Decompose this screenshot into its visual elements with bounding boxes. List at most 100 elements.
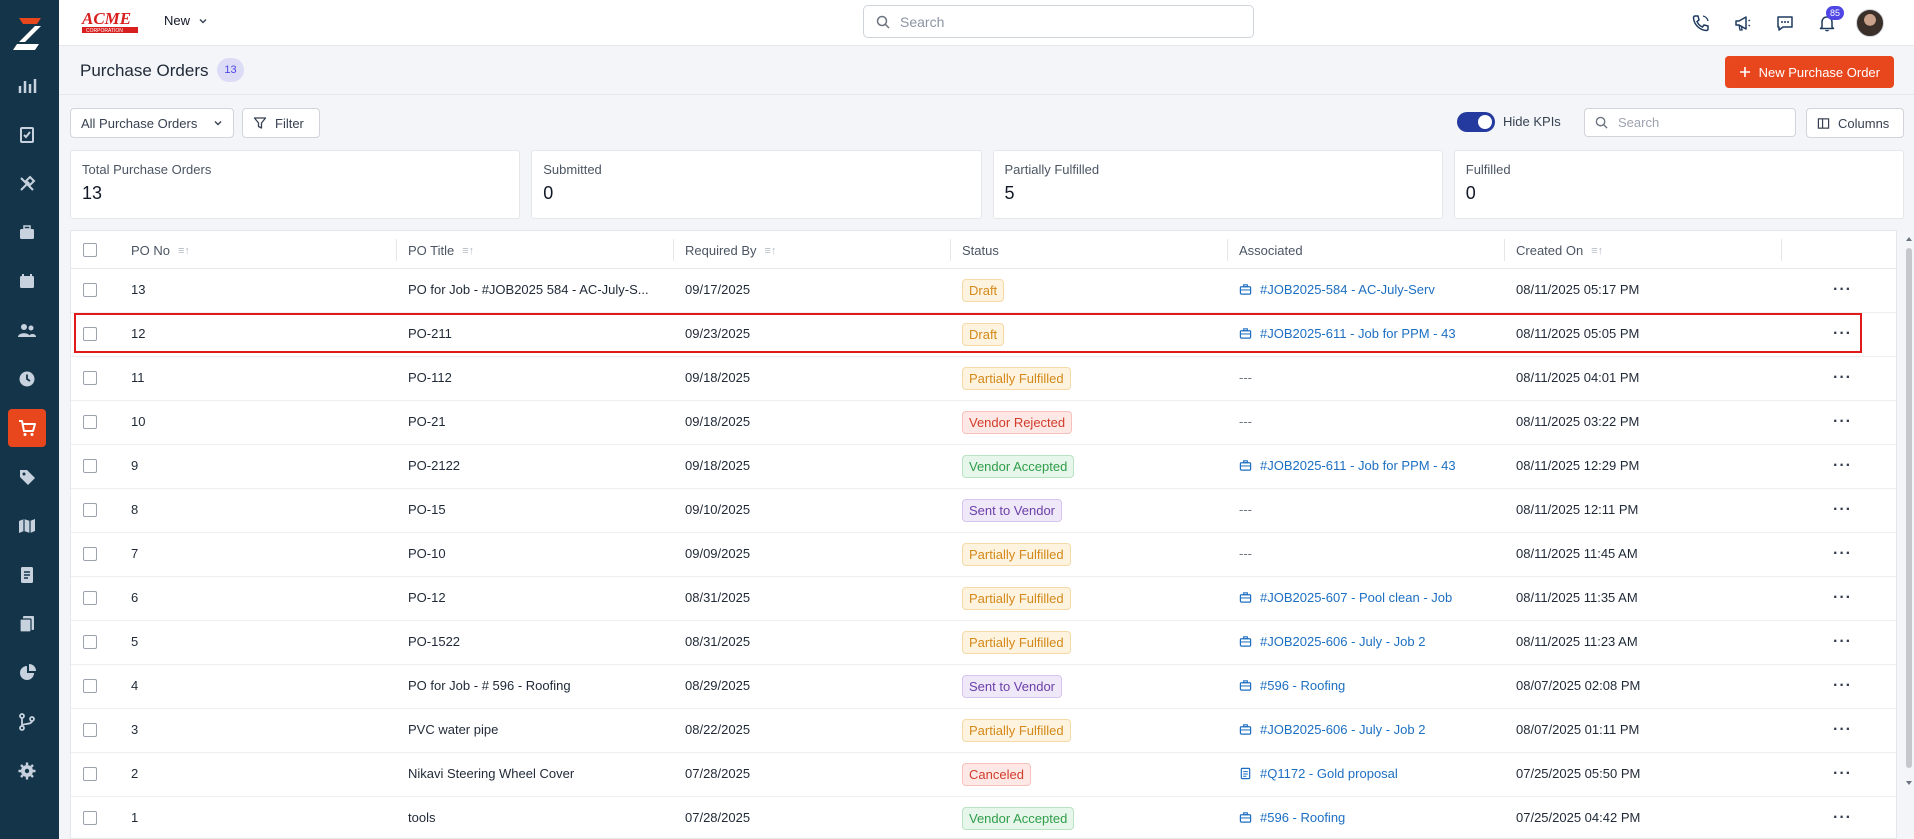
app-logo-icon[interactable] — [11, 14, 47, 50]
row-checkbox[interactable] — [83, 811, 97, 825]
sidebar-item-dashboard[interactable] — [8, 67, 46, 105]
sidebar-item-pie-chart[interactable] — [8, 654, 46, 692]
table-row[interactable]: 11 PO-112 09/18/2025 Partially Fulfilled ---… — [71, 357, 1896, 401]
row-checkbox[interactable] — [83, 459, 97, 473]
filter-button[interactable]: Filter — [242, 108, 320, 138]
column-header-associated[interactable]: Associated — [1239, 243, 1303, 258]
row-actions-icon[interactable]: ··· — [1833, 545, 1852, 563]
sidebar-item-invoice[interactable] — [8, 556, 46, 594]
sidebar-item-users[interactable] — [8, 311, 46, 349]
global-search-input[interactable]: Search — [863, 5, 1254, 38]
sidebar-item-calendar[interactable] — [8, 262, 46, 300]
associated-link[interactable]: #JOB2025-606 - July - Job 2 — [1239, 634, 1464, 649]
po-no-cell[interactable]: 2 — [131, 766, 138, 781]
po-title-cell[interactable]: PO-112 — [408, 370, 666, 385]
table-row[interactable]: 10 PO-21 09/18/2025 Vendor Rejected --- 08/11… — [71, 401, 1896, 445]
sidebar-item-workflow[interactable] — [8, 703, 46, 741]
column-header-po-no[interactable]: PO No ≡↑ — [131, 243, 190, 258]
row-actions-icon[interactable]: ··· — [1833, 501, 1852, 519]
sort-icon[interactable]: ≡↑ — [462, 245, 474, 257]
associated-link[interactable]: #596 - Roofing — [1239, 678, 1464, 693]
po-no-cell[interactable]: 11 — [131, 370, 145, 385]
po-no-cell[interactable]: 8 — [131, 502, 138, 517]
row-actions-icon[interactable]: ··· — [1833, 457, 1852, 475]
sidebar-item-clipboard[interactable] — [8, 115, 46, 153]
chat-icon[interactable] — [1772, 10, 1798, 36]
po-title-cell[interactable]: PO for Job - # 596 - Roofing — [408, 678, 666, 693]
row-checkbox[interactable] — [83, 503, 97, 517]
select-all-checkbox[interactable] — [83, 243, 97, 257]
sidebar-item-briefcase[interactable] — [8, 213, 46, 251]
row-actions-icon[interactable]: ··· — [1833, 677, 1852, 695]
table-row[interactable]: 7 PO-10 09/09/2025 Partially Fulfilled --- 08… — [71, 533, 1896, 577]
table-row[interactable]: 5 PO-1522 08/31/2025 Partially Fulfilled #JO… — [71, 621, 1896, 665]
associated-link[interactable]: #JOB2025-607 - Pool clean - Job — [1239, 590, 1464, 605]
table-search-input[interactable]: Search — [1584, 108, 1796, 137]
view-select-dropdown[interactable]: All Purchase Orders — [70, 108, 234, 138]
po-no-cell[interactable]: 4 — [131, 678, 138, 693]
sort-icon[interactable]: ≡↑ — [765, 245, 777, 257]
table-row[interactable]: 3 PVC water pipe 08/22/2025 Partially Fulfi… — [71, 709, 1896, 753]
table-row[interactable]: 9 PO-2122 09/18/2025 Vendor Accepted #JOB202… — [71, 445, 1896, 489]
scroll-thumb[interactable] — [1906, 248, 1912, 768]
row-checkbox[interactable] — [83, 591, 97, 605]
row-actions-icon[interactable]: ··· — [1833, 413, 1852, 431]
po-title-cell[interactable]: Nikavi Steering Wheel Cover — [408, 766, 666, 781]
po-title-cell[interactable]: PO-15 — [408, 502, 666, 517]
user-avatar[interactable] — [1856, 9, 1884, 37]
table-scrollbar[interactable] — [1904, 230, 1914, 790]
po-no-cell[interactable]: 6 — [131, 590, 138, 605]
sidebar-item-cart[interactable] — [8, 409, 46, 447]
po-title-cell[interactable]: PO-1522 — [408, 634, 666, 649]
table-row[interactable]: 6 PO-12 08/31/2025 Partially Fulfilled #JOB2… — [71, 577, 1896, 621]
po-title-cell[interactable]: PVC water pipe — [408, 722, 666, 737]
new-purchase-order-button[interactable]: New Purchase Order — [1724, 56, 1894, 88]
sidebar-item-tag[interactable] — [8, 458, 46, 496]
po-no-cell[interactable]: 5 — [131, 634, 138, 649]
po-title-cell[interactable]: PO-21 — [408, 414, 666, 429]
column-header-created-on[interactable]: Created On ≡↑ — [1516, 243, 1603, 258]
table-row[interactable]: 1 tools 07/28/2025 Vendor Accepted #596 - Ro… — [71, 797, 1896, 838]
table-row[interactable]: 4 PO for Job - # 596 - Roofing 08/29/2025 S… — [71, 665, 1896, 709]
po-title-cell[interactable]: tools — [408, 810, 666, 825]
associated-link[interactable]: #JOB2025-611 - Job for PPM - 43 — [1239, 458, 1464, 473]
phone-icon[interactable] — [1688, 10, 1714, 36]
row-actions-icon[interactable]: ··· — [1833, 809, 1852, 827]
table-row[interactable]: 2 Nikavi Steering Wheel Cover 07/28/2025 Ca… — [71, 753, 1896, 797]
column-header-required-by[interactable]: Required By ≡↑ — [685, 243, 776, 258]
bell-icon[interactable]: 85 — [1814, 6, 1844, 36]
brand-logo[interactable]: ACME CORPORATION — [80, 8, 140, 36]
hide-kpis-toggle[interactable] — [1457, 112, 1495, 132]
po-title-cell[interactable]: PO-2122 — [408, 458, 666, 473]
columns-button[interactable]: Columns — [1806, 108, 1904, 138]
po-no-cell[interactable]: 7 — [131, 546, 138, 561]
row-actions-icon[interactable]: ··· — [1833, 589, 1852, 607]
associated-link[interactable]: #JOB2025-606 - July - Job 2 — [1239, 722, 1464, 737]
associated-link[interactable]: #Q1172 - Gold proposal — [1239, 766, 1464, 781]
po-no-cell[interactable]: 1 — [131, 810, 138, 825]
po-no-cell[interactable]: 10 — [131, 414, 145, 429]
row-checkbox[interactable] — [83, 371, 97, 385]
po-title-cell[interactable]: PO-12 — [408, 590, 666, 605]
row-actions-icon[interactable]: ··· — [1833, 721, 1852, 739]
sidebar-item-map[interactable] — [8, 507, 46, 545]
po-title-cell[interactable]: PO-10 — [408, 546, 666, 561]
row-actions-icon[interactable]: ··· — [1833, 633, 1852, 651]
associated-link[interactable]: #JOB2025-584 - AC-July-Serv — [1239, 282, 1464, 297]
table-row[interactable]: 13 PO for Job - #JOB2025 584 - AC-July-S.… — [71, 269, 1896, 313]
po-no-cell[interactable]: 13 — [131, 282, 145, 297]
po-no-cell[interactable]: 3 — [131, 722, 138, 737]
sort-icon[interactable]: ≡↑ — [178, 245, 190, 257]
column-header-status[interactable]: Status — [962, 243, 999, 258]
row-checkbox[interactable] — [83, 283, 97, 297]
scroll-down-arrow[interactable] — [1904, 778, 1914, 788]
row-checkbox[interactable] — [83, 679, 97, 693]
row-actions-icon[interactable]: ··· — [1833, 281, 1852, 299]
column-header-po-title[interactable]: PO Title ≡↑ — [408, 243, 474, 258]
sidebar-item-settings[interactable] — [8, 752, 46, 790]
megaphone-icon[interactable] — [1730, 10, 1756, 36]
row-checkbox[interactable] — [83, 723, 97, 737]
associated-link[interactable]: #596 - Roofing — [1239, 810, 1464, 825]
sort-icon[interactable]: ≡↑ — [1591, 245, 1603, 257]
sidebar-item-documents[interactable] — [8, 605, 46, 643]
